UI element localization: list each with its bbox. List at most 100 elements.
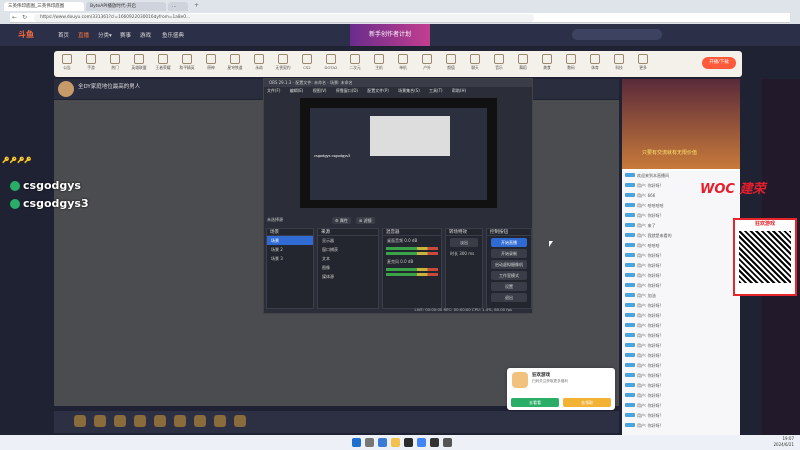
popup-claim-button[interactable]: 去领取 — [563, 398, 611, 407]
gift-icon[interactable] — [174, 415, 186, 427]
source-item[interactable]: 显示器 — [318, 236, 378, 245]
gift-icon[interactable] — [94, 415, 106, 427]
avatar[interactable] — [58, 81, 74, 97]
dock-header: 来源 — [318, 229, 378, 236]
chrome-icon[interactable] — [417, 438, 426, 447]
gift-icon[interactable] — [214, 415, 226, 427]
category-item[interactable]: 英雄联盟 — [130, 54, 148, 74]
menu-profile[interactable]: 配置文件(P) — [367, 88, 389, 93]
browser-tab[interactable]: … — [168, 2, 188, 11]
search-icon[interactable] — [365, 438, 374, 447]
category-item[interactable]: 户外 — [418, 54, 436, 74]
chat-message: 用户: 你好呀! — [622, 301, 740, 311]
chat-list[interactable]: 欢迎来到本直播间 用户: 你好呀! 用户: 666 用户: 哈哈哈哈 用户: 你… — [622, 171, 740, 435]
nav-games[interactable]: 游戏 — [140, 31, 151, 39]
notification-popup[interactable]: 狂欢游戏 扫码关注获取更多福利 去看看 去领取 — [507, 368, 615, 410]
transition-select[interactable]: 淡出 — [450, 238, 478, 247]
nav-home[interactable]: 首页 — [58, 31, 69, 39]
menu-edit[interactable]: 编辑(E) — [290, 88, 304, 93]
mixer-channel: 桌面音频 0.0 dB — [387, 238, 418, 243]
scene-item[interactable]: 场景 3 — [267, 254, 313, 263]
source-item[interactable]: 图像 — [318, 263, 378, 272]
obs-titlebar: OBS 29.1.3 - 配置文件: 未命名 - 场景: 未命名 — [264, 79, 532, 87]
menu-help[interactable]: 帮助(H) — [452, 88, 466, 93]
new-tab-button[interactable]: + — [194, 2, 199, 9]
source-item[interactable]: 窗口捕获 — [318, 245, 378, 254]
category-item[interactable]: 和平精英 — [178, 54, 196, 74]
menu-docks[interactable]: 停靠窗口(D) — [336, 88, 358, 93]
gift-icon[interactable] — [154, 415, 166, 427]
site-logo[interactable]: 斗鱼 — [18, 29, 34, 40]
start-icon[interactable] — [352, 438, 361, 447]
obs-window[interactable]: OBS 29.1.3 - 配置文件: 未命名 - 场景: 未命名 文件(F) 编… — [263, 78, 533, 314]
category-item[interactable]: 星穹铁道 — [226, 54, 244, 74]
obs-icon[interactable] — [404, 438, 413, 447]
menu-file[interactable]: 文件(F) — [267, 88, 280, 93]
app-icon[interactable] — [443, 438, 452, 447]
nav-category[interactable]: 分类▾ — [98, 31, 112, 39]
category-item[interactable]: 美食 — [538, 54, 556, 74]
nav-live[interactable]: 直播 — [78, 31, 89, 39]
nav-events[interactable]: 赛事 — [120, 31, 131, 39]
menu-view[interactable]: 视图(V) — [313, 88, 327, 93]
studio-mode-button[interactable]: 工作室模式 — [491, 271, 527, 280]
popup-view-button[interactable]: 去看看 — [511, 398, 559, 407]
category-item[interactable]: 聊天 — [466, 54, 484, 74]
category-item[interactable]: 无畏契约 — [274, 54, 292, 74]
category-item[interactable]: 科技 — [610, 54, 628, 74]
top-banner[interactable]: 新手创作者计划 — [350, 24, 430, 46]
menu-scenecollection[interactable]: 场景集合(S) — [398, 88, 420, 93]
gift-icon[interactable] — [74, 415, 86, 427]
dock-header: 场景 — [267, 229, 313, 236]
menu-tools[interactable]: 工具(T) — [429, 88, 443, 93]
settings-button[interactable]: 设置 — [491, 282, 527, 291]
category-item[interactable]: 原神 — [202, 54, 220, 74]
properties-button[interactable]: ⚙ 属性 — [332, 217, 351, 224]
category-item[interactable]: 公告 — [58, 54, 76, 74]
gift-icon[interactable] — [114, 415, 126, 427]
start-broadcast-button[interactable]: 开播/下载 — [702, 57, 736, 69]
category-item[interactable]: 体育 — [586, 54, 604, 74]
search-input[interactable] — [572, 29, 662, 40]
nav-fest[interactable]: 鱼乐盛典 — [162, 31, 184, 39]
chat-message: 用户: 你好呀! — [622, 361, 740, 371]
system-clock[interactable]: 19:07 2024/6/21 — [773, 436, 794, 448]
browser-tab[interactable]: 三英伟印底图_三英伟印底图 — [4, 2, 84, 11]
start-recording-button[interactable]: 开始录制 — [491, 249, 527, 258]
exit-button[interactable]: 退出 — [491, 293, 527, 302]
browser-tab[interactable]: ByteAPI播放时代-开启 — [86, 2, 166, 11]
obs-preview[interactable]: csgodgys csgodgys3 — [300, 98, 497, 208]
category-item[interactable]: 更多 — [634, 54, 652, 74]
category-item[interactable]: 数码 — [562, 54, 580, 74]
filters-button[interactable]: ⊞ 滤镜 — [356, 217, 375, 224]
gift-icon[interactable] — [134, 415, 146, 427]
category-item[interactable]: 永劫 — [250, 54, 268, 74]
gift-icon[interactable] — [194, 415, 206, 427]
virtual-camera-button[interactable]: 启动虚拟摄像机 — [491, 260, 527, 269]
scene-item[interactable]: 场景 2 — [267, 245, 313, 254]
category-item[interactable]: 颜值 — [442, 54, 460, 74]
start-streaming-button[interactable]: 开始直播 — [491, 238, 527, 247]
source-item[interactable]: 文本 — [318, 254, 378, 263]
category-item[interactable]: 手游 — [82, 54, 100, 74]
category-item[interactable]: 热门 — [106, 54, 124, 74]
explorer-icon[interactable] — [391, 438, 400, 447]
chat-message: 用户: 你好呀! — [622, 211, 740, 221]
back-icon[interactable]: ← — [12, 14, 17, 21]
app-icon[interactable] — [430, 438, 439, 447]
taskview-icon[interactable] — [378, 438, 387, 447]
category-item[interactable]: 主机 — [370, 54, 388, 74]
category-item[interactable]: 二次元 — [346, 54, 364, 74]
category-item[interactable]: 王者荣耀 — [154, 54, 172, 74]
url-field[interactable]: https://www.douyu.com/331361?cl=16609220… — [34, 14, 534, 22]
source-item[interactable]: 媒体源 — [318, 272, 378, 281]
category-item[interactable]: 单机 — [394, 54, 412, 74]
gift-icon[interactable] — [234, 415, 246, 427]
category-item[interactable]: DOTA2 — [322, 54, 340, 74]
category-item[interactable]: 舞蹈 — [514, 54, 532, 74]
reload-icon[interactable]: ↻ — [22, 14, 27, 21]
promo-banner[interactable]: 只要有交流就有无限价值 — [622, 79, 740, 169]
scene-item[interactable]: 场景 — [267, 236, 313, 245]
category-item[interactable]: CS2 — [298, 54, 316, 74]
category-item[interactable]: 音乐 — [490, 54, 508, 74]
